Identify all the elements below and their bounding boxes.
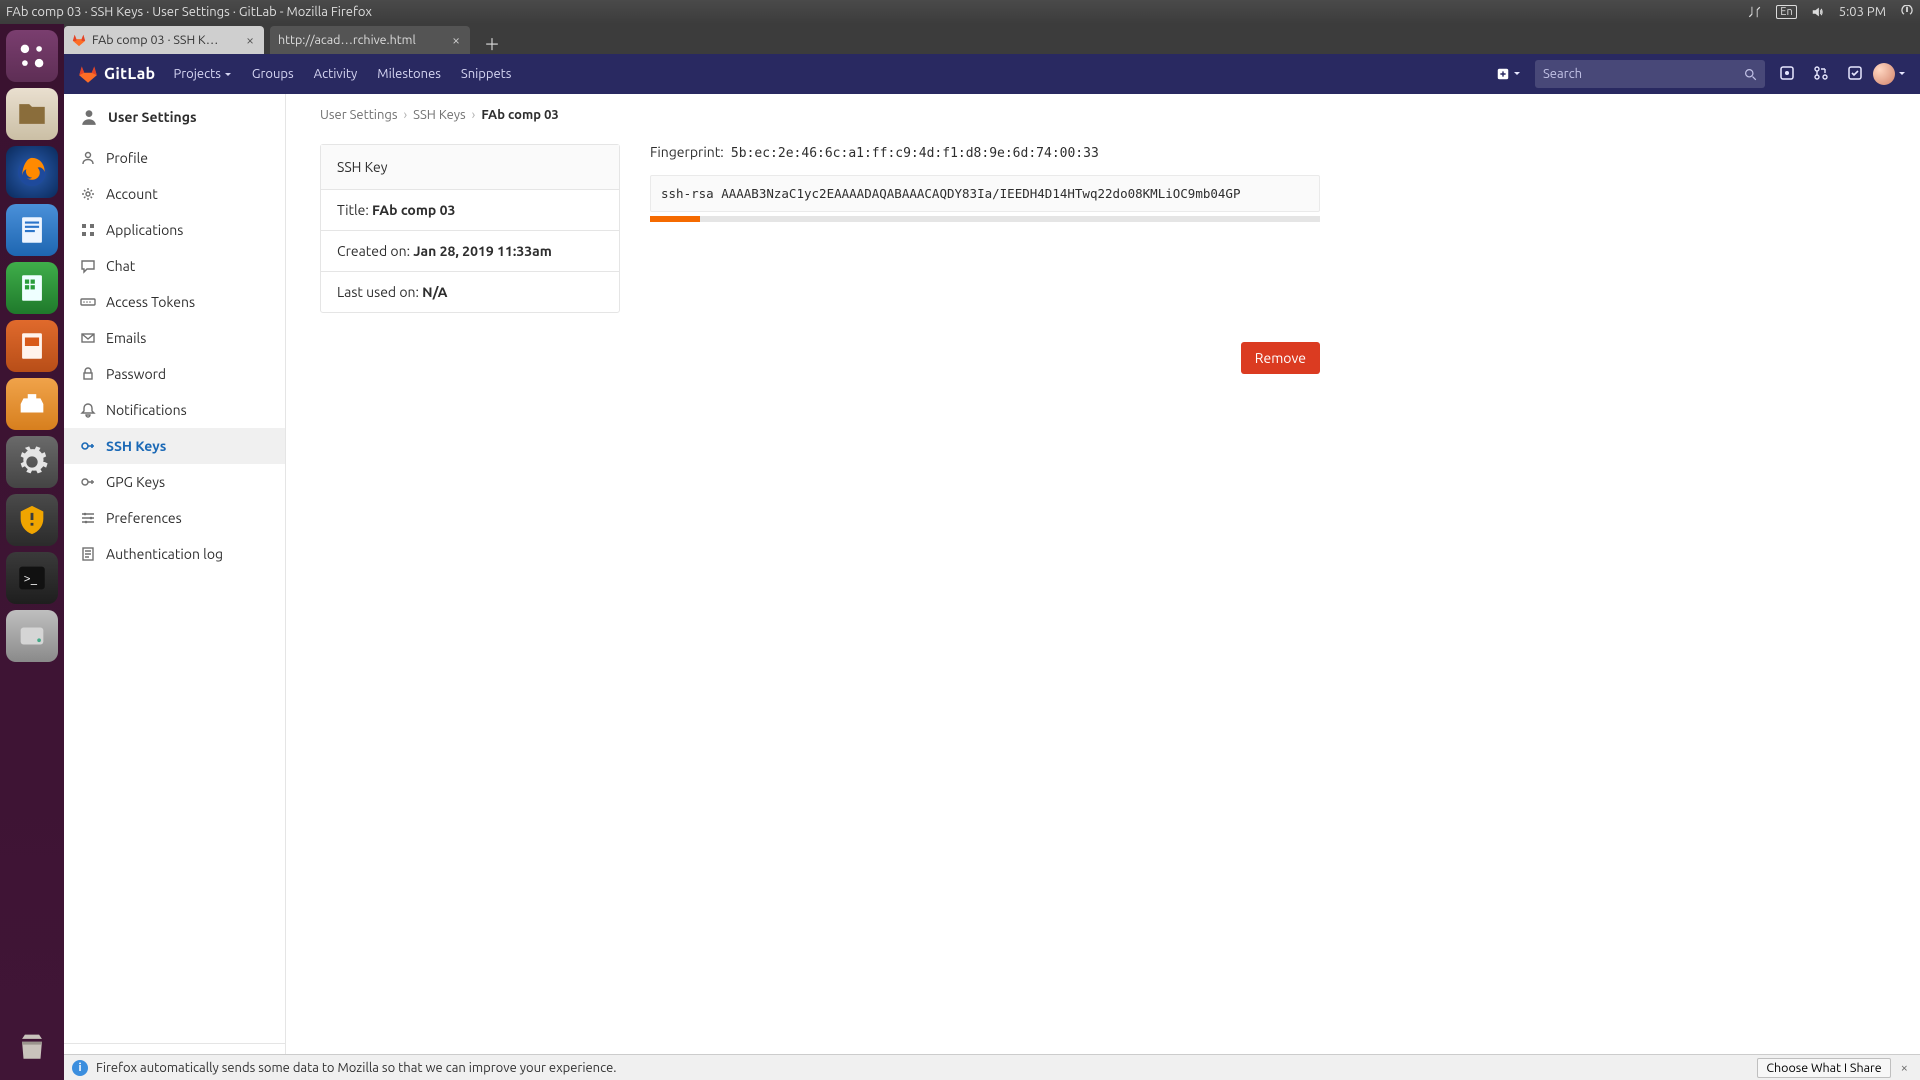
sidebar-item-notifications[interactable]: Notifications <box>64 392 285 428</box>
gitlab-favicon <box>72 33 86 47</box>
todos-icon[interactable] <box>1847 65 1863 84</box>
tab-label: FAb comp 03 · SSH K… <box>92 33 218 47</box>
gitlab-content: User Settings › SSH Keys › FAb comp 03 S… <box>286 94 1920 1080</box>
search-input[interactable] <box>1543 67 1744 81</box>
tab-close-icon[interactable]: × <box>450 32 462 48</box>
scrollbar[interactable] <box>650 216 1320 222</box>
sidebar-item-authlog[interactable]: Authentication log <box>64 536 285 572</box>
terminal-icon[interactable]: >_ <box>6 552 58 604</box>
tab-label: http://acad…rchive.html <box>278 33 416 47</box>
gitlab-body: User Settings Profile Account Applicatio… <box>64 94 1920 1080</box>
sidebar-item-access-tokens[interactable]: Access Tokens <box>64 284 285 320</box>
nav-activity[interactable]: Activity <box>314 67 358 81</box>
sidebar-item-emails[interactable]: Emails <box>64 320 285 356</box>
unity-launcher: >_ <box>0 24 64 1080</box>
settings-icon[interactable] <box>6 436 58 488</box>
firefox-tabbar: FAb comp 03 · SSH K… × http://acad…rchiv… <box>0 24 1920 54</box>
public-key-box[interactable]: ssh-rsa AAAAB3NzaC1yc2EAAAADAQABAAACAQDY… <box>650 175 1320 212</box>
keyboard-indicator[interactable]: En <box>1776 5 1796 19</box>
nav-snippets[interactable]: Snippets <box>461 67 512 81</box>
issues-icon[interactable] <box>1779 65 1795 84</box>
breadcrumb-current: FAb comp 03 <box>481 108 558 122</box>
breadcrumb-ssh-keys[interactable]: SSH Keys <box>413 108 466 122</box>
software-icon[interactable] <box>6 378 58 430</box>
browser-tab-active[interactable]: FAb comp 03 · SSH K… × <box>64 26 264 54</box>
choose-share-button[interactable]: Choose What I Share <box>1757 1058 1890 1078</box>
disk-icon[interactable] <box>6 610 58 662</box>
plus-icon <box>1496 67 1510 81</box>
page-viewport: GitLab Projects Groups Activity Mileston… <box>64 54 1920 1080</box>
svg-text:>_: >_ <box>24 571 38 585</box>
writer-icon[interactable] <box>6 204 58 256</box>
clock[interactable]: 5:03 PM <box>1839 5 1886 19</box>
ssh-key-card: SSH Key Title: FAb comp 03 Created on: J… <box>320 144 620 313</box>
sound-icon[interactable] <box>1811 5 1825 19</box>
ubuntu-titlebar: FAb comp 03 · SSH Keys · User Settings ·… <box>0 0 1920 24</box>
infobar-message: Firefox automatically sends some data to… <box>96 1061 616 1075</box>
remove-button[interactable]: Remove <box>1241 342 1320 374</box>
gitlab-navbar: GitLab Projects Groups Activity Mileston… <box>64 54 1920 94</box>
fingerprint-value: 5b:ec:2e:46:6c:a1:ff:c9:4d:f1:d8:9e:6d:7… <box>731 146 1099 161</box>
updater-icon[interactable] <box>6 494 58 546</box>
chevron-down-icon <box>1898 70 1906 78</box>
gitlab-sidebar: User Settings Profile Account Applicatio… <box>64 94 286 1080</box>
nav-groups[interactable]: Groups <box>252 67 294 81</box>
search-icon <box>1744 68 1757 81</box>
card-header: SSH Key <box>321 145 619 190</box>
new-tab-button[interactable]: ＋ <box>478 32 506 54</box>
card-row-created: Created on: Jan 28, 2019 11:33am <box>321 231 619 272</box>
merge-requests-icon[interactable] <box>1813 65 1829 84</box>
nav-projects[interactable]: Projects <box>173 67 231 81</box>
sidebar-item-gpg-keys[interactable]: GPG Keys <box>64 464 285 500</box>
network-icon[interactable] <box>1748 5 1762 19</box>
session-icon[interactable] <box>1900 5 1914 19</box>
sidebar-item-chat[interactable]: Chat <box>64 248 285 284</box>
sidebar-item-preferences[interactable]: Preferences <box>64 500 285 536</box>
sidebar-item-profile[interactable]: Profile <box>64 140 285 176</box>
fingerprint-row: Fingerprint: 5b:ec:2e:46:6c:a1:ff:c9:4d:… <box>650 144 1320 161</box>
user-avatar[interactable] <box>1873 63 1895 85</box>
sidebar-item-applications[interactable]: Applications <box>64 212 285 248</box>
window-title: FAb comp 03 · SSH Keys · User Settings ·… <box>6 5 372 19</box>
info-icon: i <box>72 1060 88 1076</box>
tab-close-icon[interactable]: × <box>244 32 256 48</box>
sidebar-item-account[interactable]: Account <box>64 176 285 212</box>
breadcrumb-user-settings[interactable]: User Settings <box>320 108 398 122</box>
nav-milestones[interactable]: Milestones <box>377 67 441 81</box>
plus-menu[interactable] <box>1490 67 1527 81</box>
gitlab-logo[interactable]: GitLab <box>78 64 155 84</box>
breadcrumb: User Settings › SSH Keys › FAb comp 03 <box>320 108 1886 122</box>
impress-icon[interactable] <box>6 320 58 372</box>
sidebar-item-password[interactable]: Password <box>64 356 285 392</box>
trash-icon[interactable] <box>6 1020 58 1072</box>
infobar-close-icon[interactable]: × <box>1897 1061 1912 1075</box>
files-icon[interactable] <box>6 88 58 140</box>
chevron-down-icon <box>1513 70 1521 78</box>
firefox-icon[interactable] <box>6 146 58 198</box>
chevron-down-icon <box>224 71 232 79</box>
sidebar-title: User Settings <box>64 94 285 140</box>
scrollbar-thumb[interactable] <box>650 216 700 222</box>
calc-icon[interactable] <box>6 262 58 314</box>
sidebar-item-ssh-keys[interactable]: SSH Keys <box>64 428 285 464</box>
card-row-lastused: Last used on: N/A <box>321 272 619 312</box>
gitlab-search[interactable] <box>1535 60 1765 88</box>
user-icon <box>80 108 98 126</box>
browser-tab[interactable]: http://acad…rchive.html × <box>270 26 470 54</box>
dash-icon[interactable] <box>6 30 58 82</box>
card-row-title: Title: FAb comp 03 <box>321 190 619 231</box>
firefox-infobar: i Firefox automatically sends some data … <box>64 1054 1920 1080</box>
